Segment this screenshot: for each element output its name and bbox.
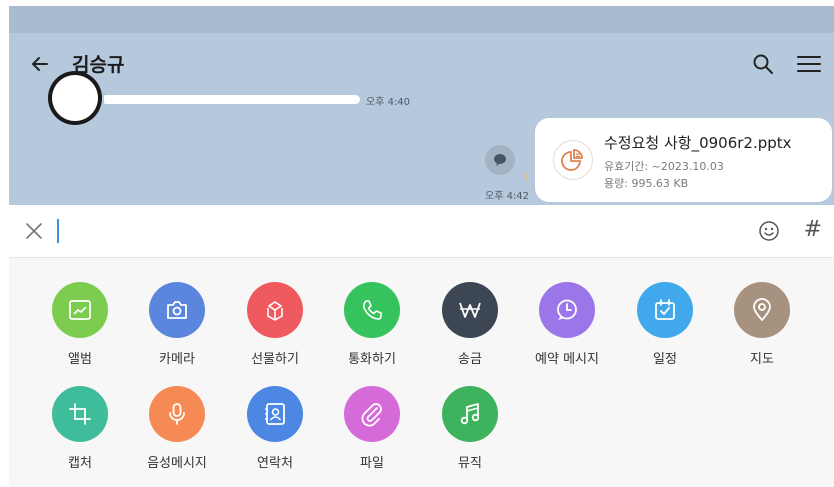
tool-schedule[interactable]: 일정 bbox=[620, 282, 710, 367]
tool-label: 연락처 bbox=[257, 456, 293, 471]
chat-area: 김승규 오후 4:40 1 오후 4:42 수정요청 사항_0906r2.ppt… bbox=[9, 33, 834, 205]
camera-icon bbox=[149, 282, 205, 338]
back-button[interactable] bbox=[27, 51, 53, 77]
close-icon bbox=[26, 223, 42, 239]
tool-label: 카메라 bbox=[159, 352, 195, 367]
clock-icon bbox=[539, 282, 595, 338]
file-size: 용량: 995.63 KB bbox=[604, 177, 689, 190]
file-name: 수정요청 사항_0906r2.pptx bbox=[604, 134, 792, 152]
won-icon bbox=[442, 282, 498, 338]
emoji-icon bbox=[759, 221, 779, 241]
microphone-icon bbox=[149, 386, 205, 442]
tool-label: 파일 bbox=[360, 456, 384, 471]
emoji-button[interactable] bbox=[758, 220, 780, 242]
chat-title: 김승규 bbox=[72, 54, 125, 76]
tool-label: 통화하기 bbox=[348, 352, 396, 367]
tool-transfer[interactable]: 송금 bbox=[425, 282, 515, 367]
tool-label: 선물하기 bbox=[251, 352, 299, 367]
close-attachment-button[interactable] bbox=[24, 221, 44, 241]
contact-icon bbox=[247, 386, 303, 442]
tool-voice-message[interactable]: 음성메시지 bbox=[132, 386, 222, 471]
crop-icon bbox=[52, 386, 108, 442]
gift-icon bbox=[247, 282, 303, 338]
tool-file[interactable]: 파일 bbox=[327, 386, 417, 471]
status-bar bbox=[9, 6, 834, 33]
unread-count: 1 bbox=[524, 173, 530, 183]
calendar-icon bbox=[637, 282, 693, 338]
file-message-bubble[interactable]: 수정요청 사항_0906r2.pptx 유효기간: ~2023.10.03 용량… bbox=[535, 118, 832, 202]
tool-gift[interactable]: 선물하기 bbox=[230, 282, 320, 367]
hashtag-button[interactable]: # bbox=[804, 217, 822, 242]
tool-label: 일정 bbox=[653, 352, 677, 367]
tool-music[interactable]: 뮤직 bbox=[425, 386, 515, 471]
tool-label: 음성메시지 bbox=[147, 456, 207, 471]
hamburger-menu-icon bbox=[797, 56, 821, 72]
pie-chart-file-icon bbox=[553, 140, 593, 180]
message-input[interactable] bbox=[57, 219, 59, 243]
chat-bubble-icon[interactable] bbox=[485, 145, 515, 175]
tool-capture[interactable]: 캡처 bbox=[35, 386, 125, 471]
tool-contact[interactable]: 연락처 bbox=[230, 386, 320, 471]
phone-icon bbox=[344, 282, 400, 338]
arrow-left-icon bbox=[32, 57, 48, 71]
tool-map[interactable]: 지도 bbox=[717, 282, 807, 367]
avatar[interactable] bbox=[52, 75, 98, 121]
tool-label: 송금 bbox=[458, 352, 482, 367]
message-input-bar: # bbox=[9, 205, 834, 258]
image-icon bbox=[52, 282, 108, 338]
search-icon bbox=[753, 54, 773, 74]
tool-label: 지도 bbox=[750, 352, 774, 367]
search-button[interactable] bbox=[752, 53, 774, 75]
tool-label: 앨범 bbox=[68, 352, 92, 367]
map-pin-icon bbox=[734, 282, 790, 338]
message-time: 오후 4:42 bbox=[485, 191, 530, 202]
menu-button[interactable] bbox=[796, 53, 822, 75]
tool-album[interactable]: 앨범 bbox=[35, 282, 125, 367]
tool-label: 캡처 bbox=[68, 456, 92, 471]
tool-label: 뮤직 bbox=[458, 456, 482, 471]
tool-camera[interactable]: 카메라 bbox=[132, 282, 222, 367]
tool-scheduled-message[interactable]: 예약 메시지 bbox=[522, 282, 612, 367]
file-expiry: 유효기간: ~2023.10.03 bbox=[604, 160, 724, 173]
tool-call[interactable]: 통화하기 bbox=[327, 282, 417, 367]
tool-label: 예약 메시지 bbox=[535, 352, 599, 367]
message-time: 오후 4:40 bbox=[366, 97, 411, 108]
attachment-panel: 앨범 카메라 선물하기 통화하기 송금 예약 메시지 일정 지도 캡처 음성메시… bbox=[9, 258, 834, 487]
music-icon bbox=[442, 386, 498, 442]
message-bubble-progress[interactable] bbox=[104, 95, 360, 104]
paperclip-icon bbox=[344, 386, 400, 442]
